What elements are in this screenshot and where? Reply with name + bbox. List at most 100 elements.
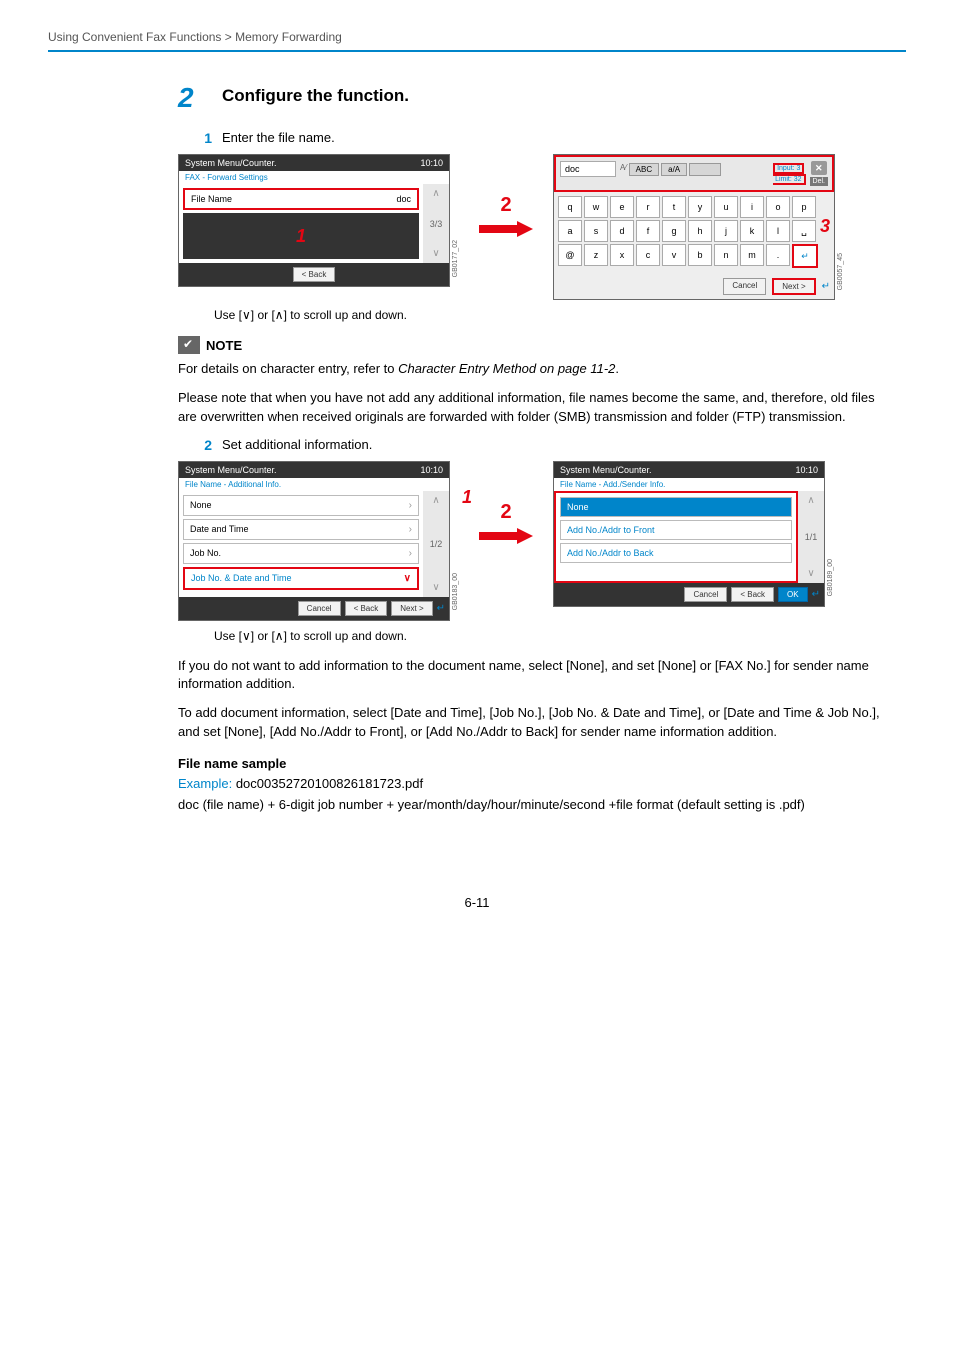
key-space[interactable]: ␣ [792,220,816,242]
file-name-row[interactable]: File Name doc [183,188,419,210]
arrow-right-icon [479,528,533,544]
kb-tab-sym[interactable] [689,163,721,176]
panel-b-cancel[interactable]: Cancel [298,601,341,616]
note-icon [178,336,200,354]
scroll-down-icon[interactable]: ∨ [807,568,814,579]
row-c-front[interactable]: Add No./Addr to Front [560,520,792,540]
panel-a-time: 10:10 [420,158,443,168]
row-jobno-date-time[interactable]: Job No. & Date and Time∨ [183,567,419,590]
key-enter[interactable]: ↵ [792,244,818,268]
kb-row-2: a s d f g h j k l ␣ [558,220,830,242]
panel-c-code: GB0189_00 [827,559,834,606]
key-y[interactable]: y [688,196,712,218]
row-job-no[interactable]: Job No.› [183,543,419,564]
back-button[interactable]: < Back [293,267,336,282]
kb-code: GB0057_45 [837,253,844,300]
kb-next-button[interactable]: Next > [772,278,815,295]
key-c[interactable]: c [636,244,660,266]
scroll-caption-1: Use [∨] or [∧] to scroll up and down. [214,308,886,322]
panel-c-cancel[interactable]: Cancel [684,587,727,602]
panel-a-subtitle: FAX - Forward Settings [179,171,449,184]
callout-b1: 1 [462,487,472,508]
panel-c-back[interactable]: < Back [731,587,774,602]
file-name-label: File Name [191,194,232,204]
panel-c-title: System Menu/Counter. [560,465,652,475]
header-rule [48,50,906,52]
key-j[interactable]: j [714,220,738,242]
row-c-back[interactable]: Add No./Addr to Back [560,543,792,563]
kb-clear-button[interactable]: ✕ [811,161,827,175]
scroll-up-icon[interactable]: ∧ [807,495,814,506]
key-dot[interactable]: . [766,244,790,266]
key-q[interactable]: q [558,196,582,218]
example-value: doc00352720100826181723.pdf [236,776,423,791]
key-m[interactable]: m [740,244,764,266]
key-l[interactable]: l [766,220,790,242]
step-2-title: Configure the function. [222,82,409,106]
key-p[interactable]: p [792,196,816,218]
substep-2-num: 2 [184,437,212,453]
example-label: Example: [178,776,236,791]
key-a[interactable]: a [558,220,582,242]
panel-a-title: System Menu/Counter. [185,158,277,168]
kb-input-count: Input: 3 [773,163,804,174]
scroll-up-icon[interactable]: ∧ [432,495,439,506]
screen-file-name: System Menu/Counter. 10:10 FAX - Forward… [178,154,450,287]
step-2-number: 2 [178,82,208,114]
panel-b-code: GB0183_00 [452,573,459,620]
panel-c-subtitle: File Name - Add./Sender Info. [554,478,824,491]
panel-c-ok[interactable]: OK [778,587,808,602]
substep-1-text: Enter the file name. [222,130,335,145]
key-g[interactable]: g [662,220,686,242]
row-none[interactable]: None› [183,495,419,516]
substep-2-text: Set additional information. [222,437,372,452]
kb-tab-case[interactable]: a/A [661,163,687,176]
panel-b-time: 10:10 [420,465,443,475]
row-c-none[interactable]: None [560,497,792,517]
callout-b2: 2 [500,501,511,524]
callout-1: 1 [296,226,306,247]
key-t[interactable]: t [662,196,686,218]
panel-a-code: GB0177_02 [452,240,459,287]
key-b[interactable]: b [688,244,712,266]
kb-cancel-button[interactable]: Cancel [723,278,766,295]
note-line-1: For details on character entry, refer to… [178,360,886,379]
body-p1: If you do not want to add information to… [178,657,886,695]
kb-row-3: @ z x c v b n m . ↵ [558,244,830,268]
key-z[interactable]: z [584,244,608,266]
panel-a-page: 3/3 [430,219,443,229]
kb-limit: Limit: 32 [773,174,805,185]
key-h[interactable]: h [688,220,712,242]
key-e[interactable]: e [610,196,634,218]
key-w[interactable]: w [584,196,608,218]
key-x[interactable]: x [610,244,634,266]
scroll-caption-2: Use [∨] or [∧] to scroll up and down. [214,629,886,643]
panel-b-back[interactable]: < Back [345,601,388,616]
key-at[interactable]: @ [558,244,582,266]
key-s[interactable]: s [584,220,608,242]
breadcrumb: Using Convenient Fax Functions > Memory … [48,30,906,50]
key-u[interactable]: u [714,196,738,218]
substep-1-num: 1 [184,130,212,146]
file-name-sample-heading: File name sample [178,756,886,771]
panel-b-next[interactable]: Next > [391,601,432,616]
key-r[interactable]: r [636,196,660,218]
key-v[interactable]: v [662,244,686,266]
kb-tab-abc[interactable]: ABC [629,163,659,176]
kb-input-display: doc [560,161,616,177]
scroll-up-icon[interactable]: ∧ [432,188,439,199]
scroll-down-icon[interactable]: ∨ [432,582,439,593]
scroll-down-icon[interactable]: ∨ [432,248,439,259]
panel-b-page: 1/2 [430,539,443,549]
key-f[interactable]: f [636,220,660,242]
key-n[interactable]: n [714,244,738,266]
note-title: NOTE [206,338,242,353]
kb-del-button[interactable]: Del. [810,177,828,186]
callout-2: 2 [500,194,511,217]
row-date-time[interactable]: Date and Time› [183,519,419,540]
panel-c-time: 10:10 [795,465,818,475]
key-o[interactable]: o [766,196,790,218]
key-k[interactable]: k [740,220,764,242]
key-i[interactable]: i [740,196,764,218]
key-d[interactable]: d [610,220,634,242]
